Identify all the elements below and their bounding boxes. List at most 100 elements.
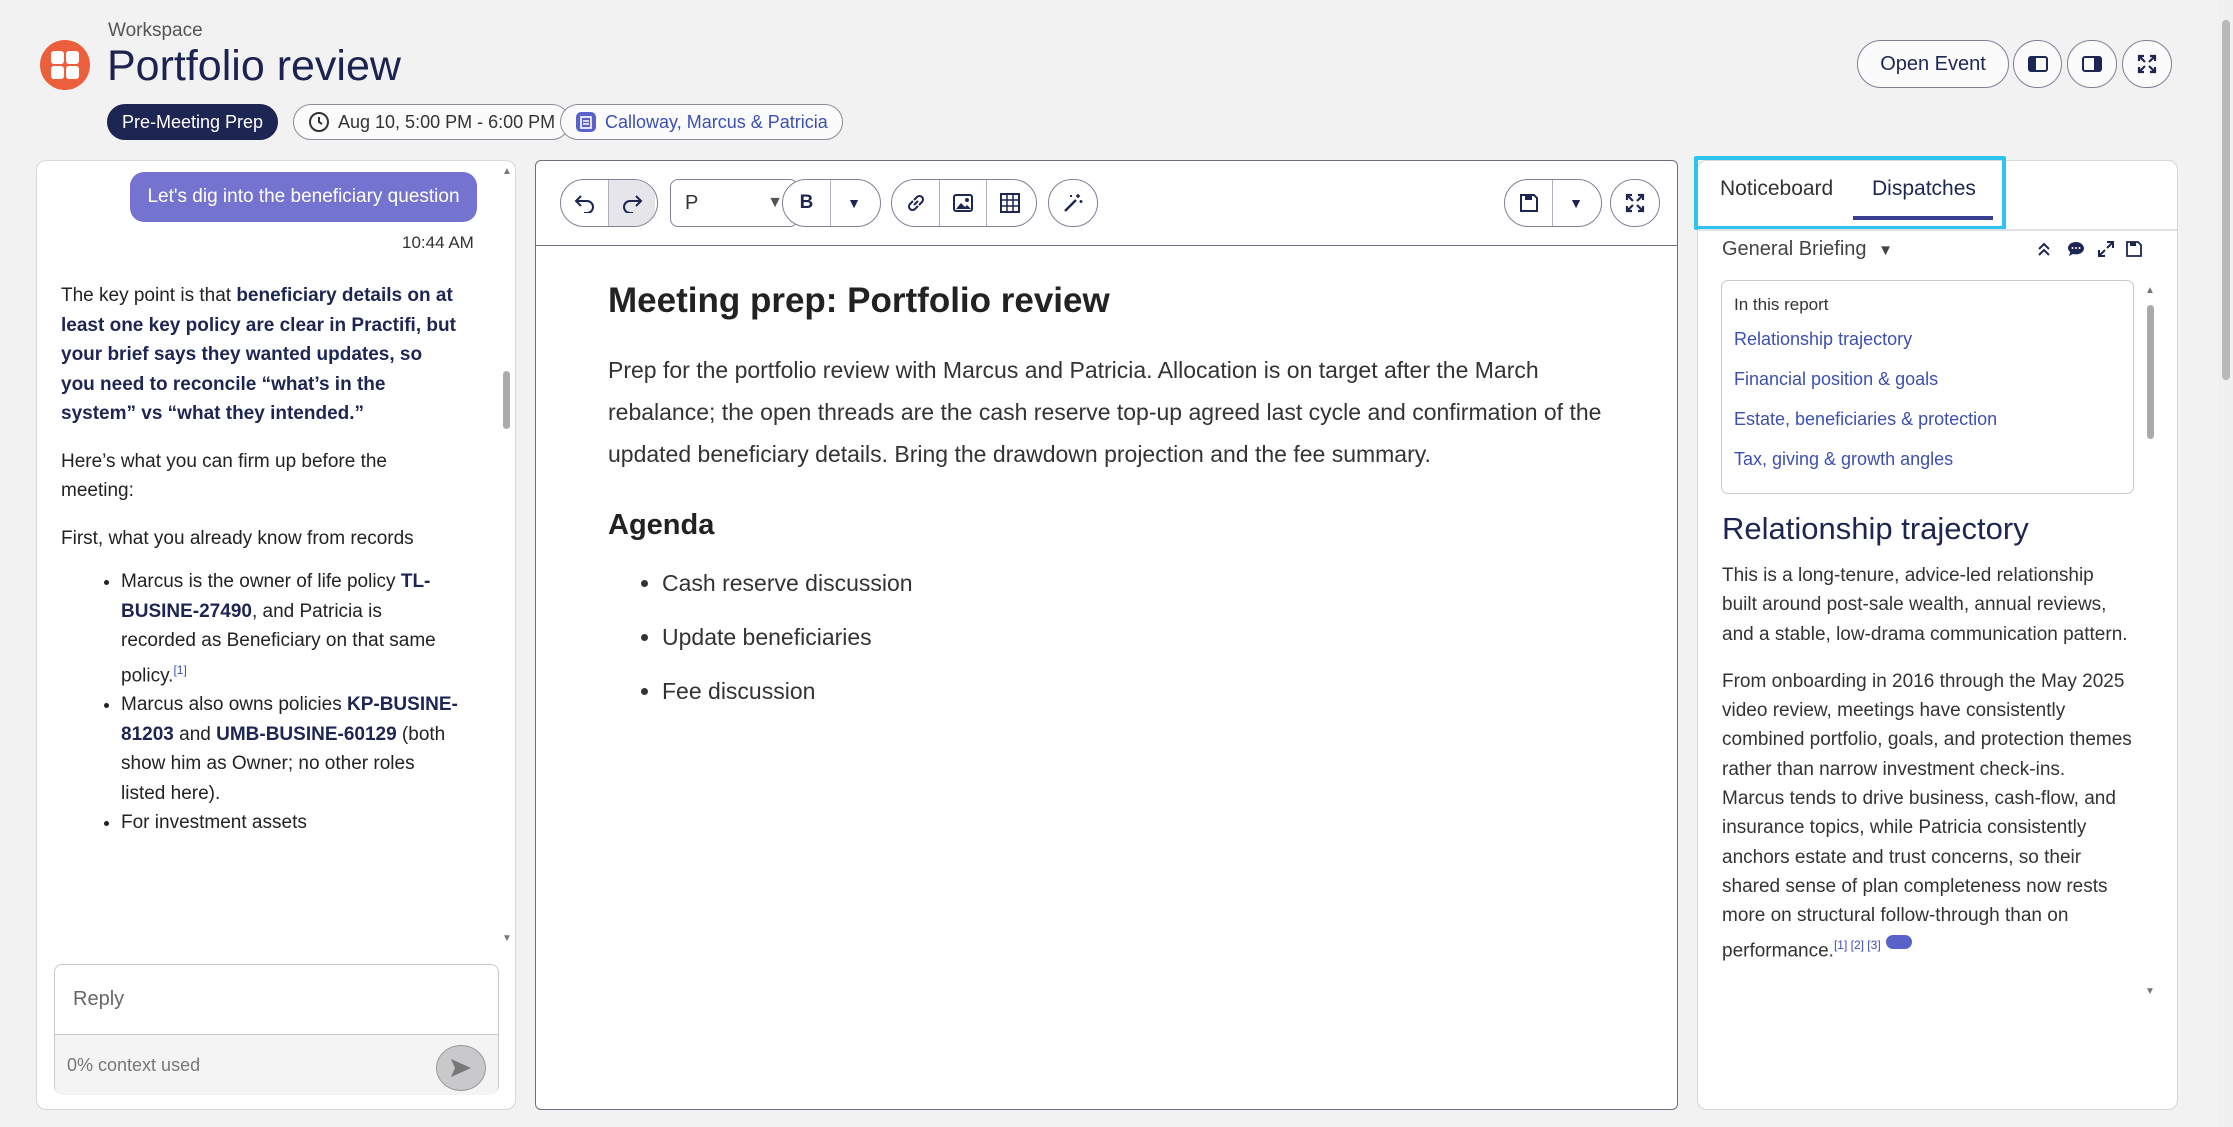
- save-group: ▼: [1504, 179, 1602, 227]
- report-content: Relationship trajectory This is a long-t…: [1722, 511, 2132, 991]
- agenda-item: Update beneficiaries: [662, 610, 1608, 664]
- format-select[interactable]: P ▼: [670, 179, 798, 227]
- diagonal-expand-icon: [2098, 241, 2114, 257]
- chevron-down-icon: ▼: [767, 194, 783, 211]
- report-scroll-thumb[interactable]: [2147, 305, 2154, 439]
- text-style-dropdown[interactable]: ▼: [830, 180, 877, 226]
- redo-icon: [623, 195, 643, 213]
- context-used-label: 0% context used: [67, 1055, 201, 1075]
- collapse-all-icon[interactable]: [2037, 241, 2051, 262]
- toc-link[interactable]: Financial position & goals: [1734, 369, 2121, 390]
- toggle-left-panel-button[interactable]: [2013, 40, 2062, 88]
- save-report-icon[interactable]: [2126, 241, 2142, 262]
- citations[interactable]: [1] [2] [3]: [1834, 938, 1881, 952]
- image-button[interactable]: [939, 180, 986, 226]
- toc-link[interactable]: Relationship trajectory: [1734, 329, 2121, 350]
- client-chip[interactable]: Calloway, Marcus & Patricia: [560, 104, 843, 140]
- section-title: Relationship trajectory: [1722, 511, 2029, 546]
- magic-wand-icon: [1063, 194, 1082, 212]
- expand-icon: [2137, 54, 2157, 74]
- chevron-down-icon: ▼: [1569, 195, 1583, 211]
- fullscreen-button[interactable]: [2122, 40, 2172, 88]
- document-body[interactable]: Meeting prep: Portfolio review Prep for …: [608, 281, 1608, 718]
- comment-icon[interactable]: [2067, 241, 2085, 262]
- undo-button[interactable]: [561, 180, 608, 226]
- text-style-group: B ▼: [782, 179, 881, 227]
- send-button[interactable]: [436, 1045, 486, 1091]
- chat-bubble-icon: [2068, 242, 2084, 256]
- reply-box: 0% context used: [54, 964, 499, 1095]
- editor-toolbar: P ▼ B ▼ ▼: [536, 161, 1677, 246]
- clock-icon: [309, 112, 329, 132]
- link-icon: [907, 194, 924, 212]
- client-chip-label: Calloway, Marcus & Patricia: [605, 111, 828, 132]
- bold-button[interactable]: B: [783, 180, 830, 226]
- briefing-select-value: General Briefing: [1722, 238, 1867, 260]
- stage-chip[interactable]: Pre-Meeting Prep: [107, 104, 279, 140]
- time-chip-label: Aug 10, 5:00 PM - 6:00 PM: [338, 111, 556, 132]
- floppy-icon: [2126, 241, 2142, 257]
- toc-link[interactable]: Tax, giving & growth angles: [1734, 449, 2121, 470]
- editor-fullscreen-button[interactable]: [1611, 180, 1658, 226]
- page-scrollbar[interactable]: [2218, 0, 2233, 1127]
- reply-input[interactable]: [55, 965, 498, 1035]
- briefing-select[interactable]: General Briefing ▼: [1722, 238, 1893, 261]
- reply-footer: 0% context used: [55, 1035, 498, 1095]
- report-paragraph: This is a long-tenure, advice-led relati…: [1722, 565, 2128, 645]
- bold-icon: B: [799, 192, 814, 213]
- chevron-down-icon: ▼: [847, 195, 861, 211]
- tabs-divider: [1698, 229, 2177, 231]
- ai-group: [1048, 179, 1098, 227]
- report-paragraph-text: From onboarding in 2016 through the May …: [1722, 670, 2132, 961]
- chat-scroll-thumb[interactable]: [503, 371, 510, 429]
- double-chevron-up-icon: [2038, 242, 2050, 256]
- tab-noticeboard[interactable]: Noticeboard: [1720, 177, 1833, 201]
- table-of-contents: In this report Relationship trajectory F…: [1721, 280, 2134, 494]
- time-chip[interactable]: Aug 10, 5:00 PM - 6:00 PM: [293, 104, 571, 140]
- toc-link[interactable]: Estate, beneficiaries & protection: [1734, 409, 2121, 430]
- caret-down-icon: ▼: [1878, 242, 1893, 259]
- format-select-value: P: [685, 191, 699, 214]
- toggle-right-panel-button[interactable]: [2067, 40, 2117, 88]
- report-paragraph: From onboarding in 2016 through the May …: [1722, 667, 2132, 965]
- assistant-message: The key point is that beneficiary detail…: [61, 281, 461, 931]
- editor-panel: P ▼ B ▼ ▼ Meeting prep: Portfolio review…: [535, 160, 1678, 1110]
- report-scrollbar[interactable]: ▲ ▼: [2145, 285, 2155, 997]
- link-button[interactable]: [892, 180, 939, 226]
- page-scroll-thumb[interactable]: [2222, 20, 2230, 380]
- stage-chip-label: Pre-Meeting Prep: [122, 111, 264, 132]
- app-logo: [40, 40, 90, 90]
- toc-title: In this report: [1734, 295, 1829, 314]
- active-tab-indicator: [1853, 216, 1993, 220]
- expand-icon: [1625, 193, 1644, 213]
- table-button[interactable]: [986, 180, 1033, 226]
- ai-assist-button[interactable]: [1049, 180, 1096, 226]
- message-time: 10:44 AM: [402, 233, 474, 252]
- agenda-list: Cash reserve discussion Update beneficia…: [662, 556, 1608, 718]
- chat-scrollbar[interactable]: ▲ ▼: [501, 166, 513, 944]
- document-intro: Prep for the portfolio review with Marcu…: [608, 357, 1602, 467]
- agenda-heading: Agenda: [608, 509, 715, 541]
- left-panel-icon: [2027, 56, 2048, 72]
- history-group: [560, 179, 658, 227]
- table-icon: [1000, 193, 1020, 213]
- page-title: Portfolio review: [107, 42, 401, 90]
- expand-panel-icon[interactable]: [2098, 241, 2114, 262]
- agenda-item: Cash reserve discussion: [662, 556, 1608, 610]
- chat-panel: Let's dig into the beneficiary question …: [36, 160, 516, 1110]
- tab-dispatches[interactable]: Dispatches: [1872, 177, 1976, 201]
- agenda-item: Fee discussion: [662, 664, 1608, 718]
- redo-button[interactable]: [608, 180, 655, 226]
- right-panel: Noticeboard Dispatches General Briefing …: [1694, 156, 2178, 1110]
- save-icon: [1519, 194, 1538, 212]
- send-icon: [451, 1059, 471, 1077]
- more-citations-pill[interactable]: [1885, 934, 1912, 949]
- image-icon: [953, 194, 973, 212]
- document-title: Meeting prep: Portfolio review: [608, 281, 1110, 320]
- save-button[interactable]: [1505, 180, 1552, 226]
- right-panel-icon: [2082, 56, 2102, 72]
- open-event-button[interactable]: Open Event: [1857, 40, 2009, 88]
- save-options-dropdown[interactable]: ▼: [1552, 180, 1599, 226]
- client-icon: [576, 112, 596, 132]
- user-message: Let's dig into the beneficiary question: [130, 172, 477, 222]
